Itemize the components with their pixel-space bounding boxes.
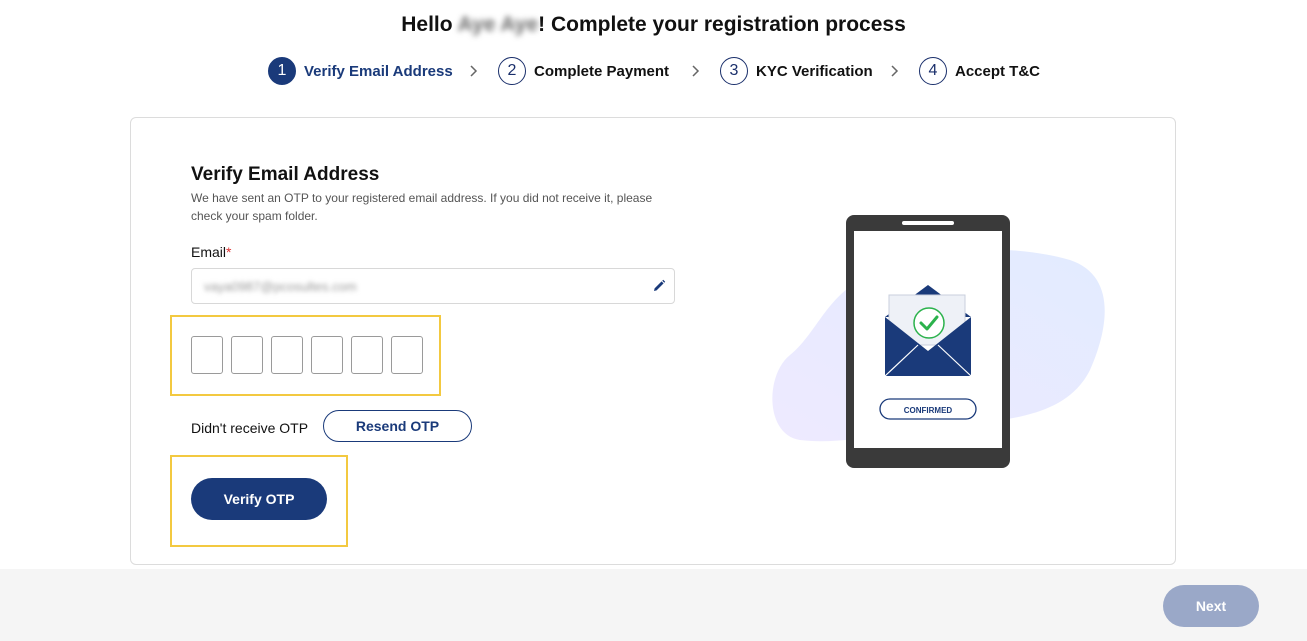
otp-digit-input[interactable] (351, 336, 383, 374)
step-verify-email: 1 Verify Email Address (268, 57, 453, 85)
step-accept-tc: 4 Accept T&C (919, 57, 1040, 85)
otp-digit-input[interactable] (191, 336, 223, 374)
chevron-right-icon (470, 65, 478, 77)
step-number: 3 (720, 57, 748, 85)
resend-prompt: Didn't receive OTP (191, 420, 309, 436)
otp-digit-input[interactable] (231, 336, 263, 374)
registration-stepper: 1 Verify Email Address 2 Complete Paymen… (0, 57, 1307, 87)
section-title: Verify Email Address (191, 164, 380, 185)
verify-otp-button[interactable]: Verify OTP (191, 478, 327, 520)
envelope-check-icon (884, 285, 972, 377)
step-label: Verify Email Address (304, 62, 453, 80)
otp-digit-input[interactable] (311, 336, 343, 374)
step-label: Accept T&C (955, 62, 1041, 80)
registration-page: Hello Aye Aye! Complete your registratio… (0, 0, 1307, 641)
phone-email-confirmed-illustration: CONFIRMED (772, 215, 1105, 468)
step-number: 2 (498, 57, 526, 85)
otp-digit-input[interactable] (391, 336, 423, 374)
resend-otp-button[interactable]: Resend OTP (323, 410, 472, 442)
greeting-suffix: ! Complete your registration process (538, 13, 906, 36)
user-name: Aye Aye (457, 13, 539, 36)
email-value: vaya0987@pcosultes.com (204, 279, 357, 294)
step-number: 1 (268, 57, 296, 85)
email-label: Email* (191, 244, 231, 260)
next-button[interactable]: Next (1163, 585, 1259, 627)
step-label: Complete Payment (534, 62, 670, 80)
email-field[interactable]: vaya0987@pcosultes.com (191, 268, 675, 304)
edit-pencil-icon[interactable] (652, 279, 666, 293)
page-title: Hello Aye Aye! Complete your registratio… (0, 13, 1307, 37)
chevron-right-icon (692, 65, 700, 77)
footer-bar (0, 569, 1307, 641)
step-label: KYC Verification (756, 62, 873, 80)
confirmed-badge-text: CONFIRMED (904, 406, 953, 415)
greeting-prefix: Hello (401, 13, 458, 36)
email-label-text: Email (191, 244, 227, 260)
section-description: We have sent an OTP to your registered e… (191, 191, 653, 223)
step-complete-payment: 2 Complete Payment (498, 57, 669, 85)
otp-input-group (191, 336, 431, 374)
otp-digit-input[interactable] (271, 336, 303, 374)
phone-speaker (902, 221, 954, 225)
required-mark: * (226, 244, 232, 260)
step-kyc-verification: 3 KYC Verification (720, 57, 873, 85)
step-number: 4 (919, 57, 947, 85)
chevron-right-icon (891, 65, 899, 77)
